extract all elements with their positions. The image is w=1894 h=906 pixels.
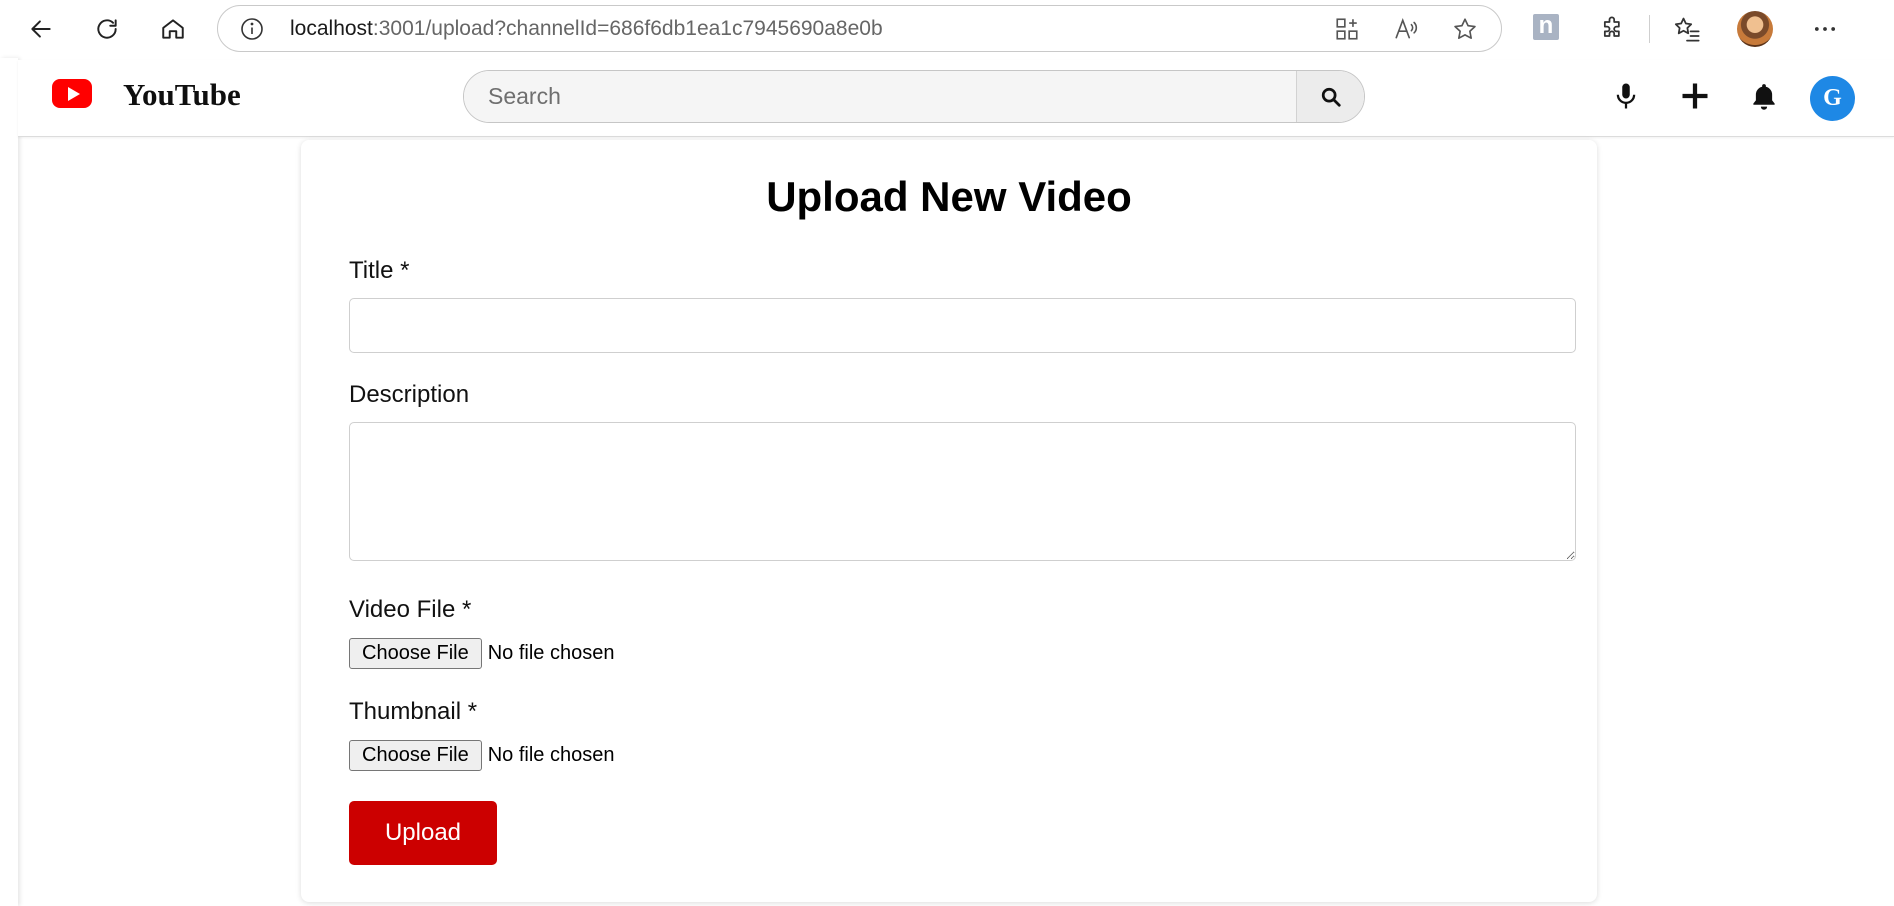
arrow-left-icon (31, 20, 51, 38)
home-button[interactable] (151, 7, 195, 51)
search-icon (1321, 87, 1341, 107)
voice-search-button[interactable] (1603, 73, 1649, 119)
extension-n-button[interactable]: n (1533, 14, 1559, 40)
profile-avatar[interactable] (1737, 11, 1773, 47)
thumbnail-label: Thumbnail * (349, 698, 478, 725)
address-bar[interactable]: localhost:3001/upload?channelId=686f6db1… (217, 5, 1502, 52)
search-bar (463, 70, 1365, 123)
refresh-button[interactable] (85, 7, 129, 51)
left-rail (0, 58, 18, 906)
browser-toolbar: localhost:3001/upload?channelId=686f6db1… (0, 0, 1894, 58)
app-available-button[interactable] (1333, 15, 1361, 43)
thumbnail-file-status: No file chosen (487, 743, 615, 766)
refresh-icon (97, 19, 117, 39)
bell-icon (1753, 84, 1775, 110)
app-header: YouTube G (18, 60, 1894, 137)
video-choose-file-button[interactable]: Choose File (349, 637, 482, 669)
notifications-button[interactable] (1741, 73, 1787, 119)
search-input[interactable] (464, 71, 1296, 122)
description-textarea[interactable] (349, 422, 1576, 561)
favorites-button[interactable] (1668, 10, 1706, 48)
account-avatar[interactable]: G (1810, 76, 1855, 121)
video-file-label: Video File * (349, 596, 472, 623)
thumbnail-choose-file-button[interactable]: Choose File (349, 739, 482, 771)
settings-more-button[interactable] (1806, 10, 1844, 48)
address-url[interactable]: localhost:3001/upload?channelId=686f6db1… (290, 6, 883, 51)
page-title: Upload New Video (766, 173, 1132, 220)
title-label: Title * (349, 257, 410, 284)
url-host: localhost (290, 17, 373, 40)
create-button[interactable] (1672, 73, 1718, 119)
read-aloud-icon (1395, 18, 1418, 39)
favorite-button[interactable] (1451, 15, 1479, 43)
more-horizontal-icon (1814, 27, 1836, 31)
microphone-icon (1616, 83, 1636, 109)
title-input[interactable] (349, 298, 1576, 353)
apps-icon (1336, 18, 1358, 40)
favorites-list-icon (1674, 17, 1700, 42)
upload-button[interactable]: Upload (349, 801, 497, 865)
toolbar-divider (1649, 15, 1650, 43)
brand-title[interactable]: YouTube (123, 77, 241, 113)
plus-icon (1682, 83, 1708, 109)
description-label: Description (349, 381, 470, 408)
read-aloud-button[interactable] (1392, 15, 1420, 43)
site-info-icon[interactable] (240, 17, 264, 41)
extensions-button[interactable] (1594, 10, 1632, 48)
back-button[interactable] (19, 7, 63, 51)
home-icon (162, 19, 184, 39)
search-button[interactable] (1296, 71, 1364, 122)
upload-form-card: Upload New Video Title * Description Vid… (301, 140, 1597, 902)
star-icon (1454, 18, 1476, 40)
video-file-status: No file chosen (487, 641, 615, 664)
youtube-logo-icon[interactable] (52, 79, 92, 108)
puzzle-icon (1603, 16, 1620, 37)
url-path: :3001/upload?channelId=686f6db1ea1c79456… (372, 17, 883, 40)
thumbnail-file-input[interactable]: Choose File No file chosen (349, 739, 614, 771)
video-file-input[interactable]: Choose File No file chosen (349, 637, 614, 669)
